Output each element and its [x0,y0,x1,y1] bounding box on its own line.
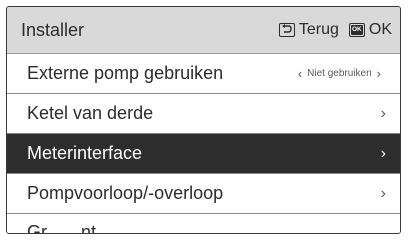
menu-item-value-selector[interactable]: ‹ Niet gebruiken › [293,66,386,81]
menu-item-label: Externe pomp gebruiken [27,63,224,83]
menu-item-label: Meterinterface [27,143,143,163]
menu-item-ketel-van-derde[interactable]: Ketel van derde › [7,94,400,134]
installer-screen: Installer Terug OK OK Externe pomp gebru… [6,6,401,234]
menu-item-externe-pomp[interactable]: Externe pomp gebruiken ‹ Niet gebruiken … [7,54,400,94]
page-title: Installer [21,19,85,40]
menu-item-label: Gr... ...nt... .... [27,222,137,234]
ok-label[interactable]: OK [369,21,392,39]
menu-list: Externe pomp gebruiken ‹ Niet gebruiken … [7,54,400,234]
menu-item-value: Niet gebruiken [307,68,372,79]
ok-key-icon[interactable]: OK [348,23,365,37]
menu-item-label: Ketel van derde [27,103,154,123]
header-actions: Terug OK OK [278,21,392,39]
chevron-right-icon: › [380,184,386,202]
menu-item-pompvoorloop[interactable]: Pompvoorloop/-overloop › [7,174,400,214]
chevron-left-icon: ‹ [297,66,303,81]
back-label[interactable]: Terug [299,21,339,39]
chevron-right-icon: › [380,104,386,122]
chevron-right-icon: › [380,144,386,162]
chevron-right-icon: › [376,66,381,81]
menu-item-partial[interactable]: Gr... ...nt... .... [7,214,400,234]
header-bar: Installer Terug OK OK [7,7,400,54]
menu-item-meterinterface[interactable]: Meterinterface › [7,134,400,174]
back-arrow-key-icon[interactable] [278,23,295,37]
menu-item-label: Pompvoorloop/-overloop [27,183,224,203]
